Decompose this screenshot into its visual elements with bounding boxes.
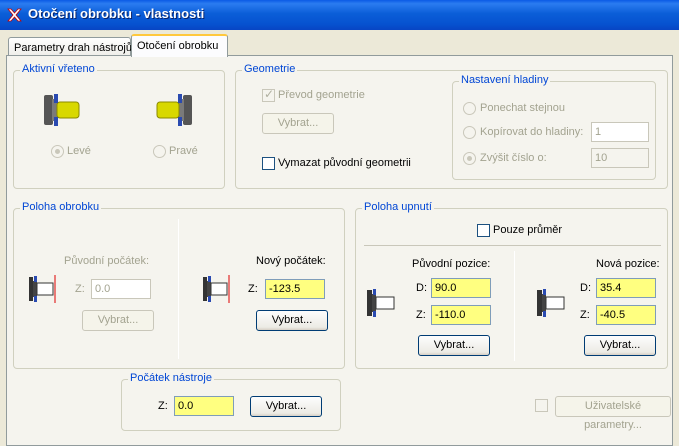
new-origin-z-input[interactable]: -123.5: [265, 279, 325, 299]
increase-layer-input[interactable]: 10: [591, 148, 649, 168]
original-origin-z-input[interactable]: 0.0: [91, 279, 151, 299]
new-stock-icon: [203, 275, 230, 303]
left-spindle-label: Levé: [67, 145, 91, 157]
left-spindle-icon: [44, 94, 80, 126]
original-position-d-input[interactable]: 90.0: [431, 278, 491, 298]
tab-label: Parametry drah nástrojů: [14, 42, 132, 54]
vertical-divider: [178, 219, 179, 359]
active-spindle-group: Aktivní vřeteno Levé Pravé: [13, 63, 225, 189]
tool-origin-select-button[interactable]: Vybrat...: [250, 396, 322, 417]
tool-origin-group: Počátek nástroje Z: 0.0 Vybrat...: [121, 372, 341, 431]
tab-panel: Aktivní vřeteno Levé Pravé Geometrie Pře…: [6, 55, 673, 446]
original-z-label: Z:: [416, 309, 426, 321]
title-bar[interactable]: Otočení obrobku - vlastnosti: [0, 0, 679, 30]
original-position-z-input[interactable]: -110.0: [431, 305, 491, 325]
app-icon: [7, 8, 22, 22]
increase-layer-radio[interactable]: [463, 152, 476, 165]
group-title: Počátek nástroje: [128, 372, 214, 384]
new-position-d-input[interactable]: 35.4: [596, 278, 656, 298]
keep-layer-radio[interactable]: [463, 102, 476, 115]
original-d-label: D:: [416, 282, 427, 294]
user-parameters-checkbox[interactable]: [535, 399, 548, 412]
keep-layer-label: Ponechat stejnou: [480, 102, 566, 114]
transfer-geometry-label: Převod geometrie: [278, 89, 365, 101]
horizontal-divider: [364, 245, 661, 246]
layer-settings-group: Nastavení hladiny Ponechat stejnou Kopír…: [452, 74, 656, 180]
new-z-label: Z:: [248, 283, 258, 295]
right-spindle-radio[interactable]: [153, 145, 166, 158]
new-position-label: Nová pozice:: [596, 258, 660, 270]
group-title: Poloha upnutí: [362, 201, 434, 213]
delete-original-geometry-checkbox[interactable]: [262, 157, 275, 170]
increase-layer-label: Zvýšit číslo o:: [480, 152, 547, 164]
new-d-label: D:: [580, 282, 591, 294]
new-position-select-button[interactable]: Vybrat...: [584, 335, 656, 356]
original-origin-label: Původní počátek:: [64, 255, 150, 267]
tab-label: Otočení obrobku: [137, 40, 219, 52]
new-origin-select-button[interactable]: Vybrat...: [256, 310, 328, 331]
right-spindle-label: Pravé: [169, 145, 198, 157]
original-position-select-button[interactable]: Vybrat...: [418, 335, 490, 356]
right-spindle-icon: [156, 94, 192, 126]
transfer-geometry-checkbox[interactable]: [262, 87, 275, 102]
stock-position-group: Poloha obrobku Původní počátek: Z: 0.0 V…: [13, 201, 345, 369]
tab-stock-flip[interactable]: Otočení obrobku: [131, 34, 228, 57]
original-z-label: Z:: [75, 283, 85, 295]
copy-to-layer-label: Kopírovat do hladiny:: [480, 126, 584, 138]
vertical-divider: [514, 251, 515, 361]
copy-to-layer-radio[interactable]: [463, 126, 476, 139]
group-title: Nastavení hladiny: [459, 74, 551, 86]
original-position-label: Původní pozice:: [412, 258, 491, 270]
window-title: Otočení obrobku - vlastnosti: [28, 6, 205, 21]
delete-original-geometry-label: Vymazat původní geometrii: [278, 157, 411, 169]
diameter-only-checkbox[interactable]: [477, 224, 490, 237]
new-origin-label: Nový počátek:: [256, 255, 326, 267]
original-stock-icon: [29, 275, 56, 303]
left-spindle-radio[interactable]: [51, 145, 64, 158]
geometry-select-button[interactable]: Vybrat...: [262, 113, 334, 134]
diameter-only-label: Pouze průměr: [493, 224, 563, 236]
new-position-z-input[interactable]: -40.5: [596, 305, 656, 325]
group-title: Aktivní vřeteno: [20, 63, 97, 75]
tool-origin-z-label: Z:: [158, 400, 168, 412]
original-origin-select-button[interactable]: Vybrat...: [82, 310, 154, 331]
geometry-group: Geometrie Převod geometrie Vybrat... Vym…: [235, 63, 668, 189]
copy-layer-input[interactable]: 1: [591, 122, 649, 142]
original-chuck-icon: [367, 289, 395, 317]
new-chuck-icon: [537, 289, 565, 317]
group-title: Poloha obrobku: [20, 201, 102, 213]
new-z-label: Z:: [580, 309, 590, 321]
user-parameters-button[interactable]: Uživatelské parametry...: [555, 396, 671, 431]
chuck-position-group: Poloha upnutí Pouze průměr Původní pozic…: [355, 201, 668, 369]
tool-origin-z-input[interactable]: 0.0: [174, 396, 234, 416]
group-title: Geometrie: [242, 63, 298, 75]
